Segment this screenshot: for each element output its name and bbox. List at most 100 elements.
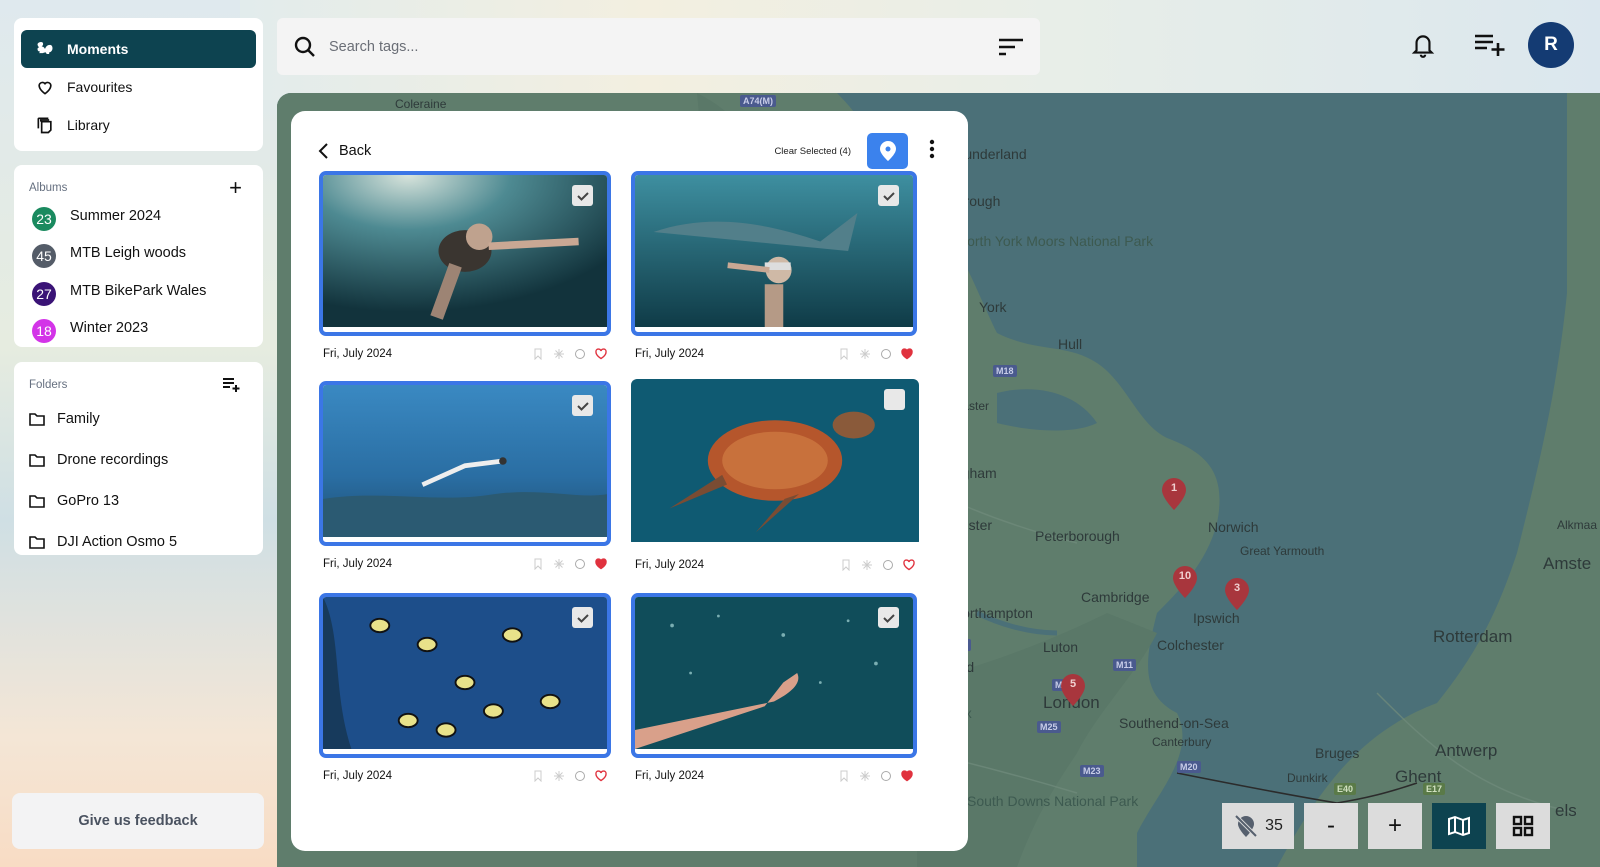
heart-icon (38, 81, 52, 95)
circle-icon[interactable] (574, 348, 586, 360)
photo-thumbnail[interactable] (319, 593, 611, 758)
bell-icon[interactable] (1410, 31, 1436, 59)
album-name: MTB BikePark Wales (70, 282, 207, 299)
photo-date: Fri, July 2024 (635, 348, 705, 360)
folders-card: Folders Family Drone recordings GoPro 13… (14, 362, 263, 555)
album-item[interactable]: 18 Winter 2023 (29, 310, 248, 348)
grid-view-button[interactable] (1496, 803, 1550, 849)
heart-filled-icon[interactable] (901, 770, 913, 782)
bookmark-icon[interactable] (840, 559, 852, 571)
folder-icon (29, 494, 45, 508)
photo-image (323, 597, 607, 749)
folder-icon (29, 412, 45, 426)
folder-item[interactable]: Family (29, 398, 248, 439)
photo-date: Fri, July 2024 (635, 770, 705, 782)
map-label: York (979, 299, 1007, 315)
map-pin[interactable]: 1 (1161, 477, 1187, 511)
road-shield: M25 (1037, 721, 1061, 733)
photo-thumbnail[interactable] (631, 171, 917, 336)
check-icon (576, 613, 589, 623)
photo-thumbnail[interactable] (631, 593, 917, 758)
map-label: Antwerp (1435, 741, 1498, 760)
photo-thumbnail[interactable] (319, 381, 611, 546)
sparkle-icon[interactable] (859, 348, 871, 360)
map-pin[interactable]: 3 (1224, 577, 1250, 611)
back-button[interactable]: Back (317, 142, 371, 160)
search-icon (294, 36, 315, 57)
map-view-button[interactable] (1432, 803, 1486, 849)
add-folder-button[interactable] (222, 377, 242, 393)
sparkle-icon[interactable] (859, 770, 871, 782)
folder-name: GoPro 13 (57, 492, 120, 509)
bookmark-icon[interactable] (838, 348, 850, 360)
photo-image (323, 175, 607, 327)
sparkle-icon[interactable] (553, 348, 565, 360)
nav-item-moments[interactable]: Moments (21, 30, 256, 68)
add-album-button[interactable]: + (229, 177, 242, 199)
photo-image (635, 175, 913, 327)
map-label: Ipswich (1193, 610, 1240, 626)
photo-thumbnail[interactable] (319, 171, 611, 336)
select-checkbox[interactable] (572, 395, 593, 416)
nav-card: Moments Favourites Library (14, 18, 263, 151)
select-checkbox[interactable] (572, 185, 593, 206)
nav-item-library[interactable]: Library (21, 106, 256, 144)
location-pin-icon (879, 141, 896, 161)
bookmark-icon[interactable] (838, 770, 850, 782)
sparkle-icon[interactable] (553, 770, 565, 782)
sparkle-icon[interactable] (861, 559, 873, 571)
folder-name: Family (57, 410, 100, 427)
search-input[interactable] (329, 38, 998, 55)
map-label: Colchester (1157, 637, 1224, 653)
heart-filled-icon[interactable] (595, 558, 607, 570)
user-avatar[interactable]: R (1528, 22, 1574, 68)
feedback-button[interactable]: Give us feedback (12, 793, 264, 849)
nav-item-favourites[interactable]: Favourites (21, 68, 256, 106)
chevron-left-icon (318, 143, 328, 159)
heart-icon[interactable] (595, 770, 607, 782)
zoom-out-button[interactable]: - (1304, 803, 1358, 849)
circle-icon[interactable] (880, 348, 892, 360)
photo-date: Fri, July 2024 (323, 348, 393, 360)
select-checkbox[interactable] (884, 389, 905, 410)
zoom-in-button[interactable]: + (1368, 803, 1422, 849)
folder-item[interactable]: Drone recordings (29, 439, 248, 480)
filter-icon[interactable] (998, 37, 1024, 57)
clear-selected-button[interactable]: Clear Selected (4) (774, 146, 851, 157)
road-shield: E40 (1334, 783, 1357, 795)
album-item[interactable]: 27 MTB BikePark Wales (29, 272, 248, 310)
circle-icon[interactable] (882, 559, 894, 571)
road-shield: M20 (1177, 761, 1201, 773)
select-checkbox[interactable] (572, 607, 593, 628)
circle-icon[interactable] (880, 770, 892, 782)
heart-icon[interactable] (903, 559, 915, 571)
more-options-button[interactable] (922, 139, 942, 163)
folder-item[interactable]: DJI Action Osmo 5 (29, 521, 248, 562)
photo-card: Fri, July 2024 (319, 593, 611, 782)
map-pin[interactable]: 5 (1060, 673, 1086, 707)
circle-icon[interactable] (574, 558, 586, 570)
bookmark-icon[interactable] (532, 348, 544, 360)
map-pin[interactable]: 10 (1172, 565, 1198, 599)
road-shield: M23 (1080, 765, 1104, 777)
photo-card: Fri, July 2024 (319, 171, 611, 360)
folder-item[interactable]: GoPro 13 (29, 480, 248, 521)
heart-icon[interactable] (595, 348, 607, 360)
album-item[interactable]: 45 MTB Leigh woods (29, 235, 248, 273)
select-checkbox[interactable] (878, 185, 899, 206)
hidden-locations-button[interactable]: 35 (1222, 803, 1294, 849)
location-button[interactable] (867, 133, 908, 169)
playlist-add-icon[interactable] (1474, 33, 1506, 57)
check-icon (576, 191, 589, 201)
circle-icon[interactable] (574, 770, 586, 782)
bookmark-icon[interactable] (532, 770, 544, 782)
select-checkbox[interactable] (878, 607, 899, 628)
bookmark-icon[interactable] (532, 558, 544, 570)
map-label: South Downs National Park (967, 793, 1139, 809)
album-item[interactable]: 23 Summer 2024 (29, 197, 248, 235)
map-label: Bruges (1315, 745, 1360, 761)
heart-filled-icon[interactable] (901, 348, 913, 360)
sparkle-icon[interactable] (553, 558, 565, 570)
photo-thumbnail[interactable] (631, 379, 919, 547)
album-name: MTB Leigh woods (70, 245, 187, 262)
